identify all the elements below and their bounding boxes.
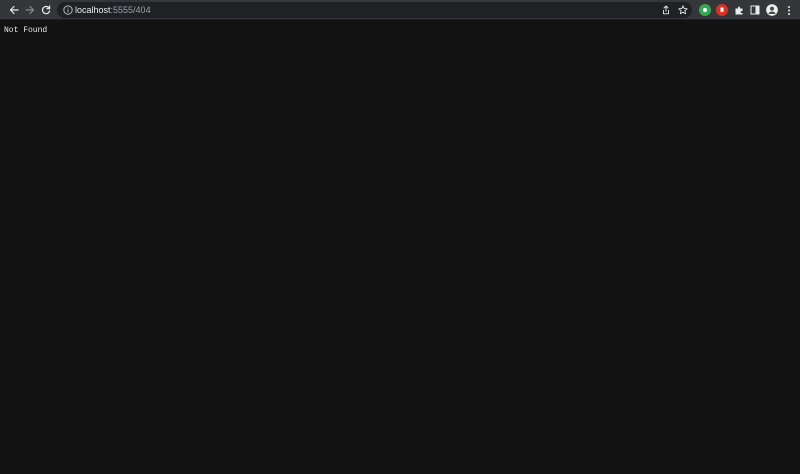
not-found-message: Not Found — [4, 26, 48, 35]
address-text[interactable]: localhost:5555/404 — [75, 2, 151, 18]
browser-window: localhost:5555/404 Not Found — [0, 0, 800, 474]
extension-icon — [703, 8, 707, 12]
extension-icon — [720, 7, 724, 13]
info-icon[interactable] — [63, 5, 73, 15]
side-panel-button[interactable] — [748, 3, 762, 17]
puzzle-icon — [735, 6, 742, 14]
address-bar[interactable]: localhost:5555/404 — [57, 2, 692, 18]
forward-button[interactable] — [22, 2, 38, 18]
extensions-button[interactable] — [732, 3, 746, 17]
extension-green[interactable] — [699, 4, 711, 16]
menu-button[interactable] — [782, 3, 796, 17]
share-button[interactable] — [660, 4, 672, 16]
star-icon — [678, 5, 688, 15]
avatar — [766, 4, 778, 16]
browser-toolbar: localhost:5555/404 — [0, 0, 800, 20]
page-content: Not Found — [0, 20, 800, 474]
profile-button[interactable] — [765, 3, 779, 17]
forward-icon — [25, 5, 35, 15]
back-icon — [9, 5, 19, 15]
menu-icon — [788, 5, 790, 15]
url-path: :5555/404 — [110, 5, 151, 15]
side-panel-icon — [750, 5, 760, 15]
reload-icon — [41, 5, 51, 15]
reload-button[interactable] — [38, 2, 54, 18]
url-host: localhost — [75, 5, 111, 15]
back-button[interactable] — [6, 2, 22, 18]
bookmark-button[interactable] — [677, 4, 689, 16]
extension-red[interactable] — [716, 4, 728, 16]
share-icon — [663, 5, 669, 15]
